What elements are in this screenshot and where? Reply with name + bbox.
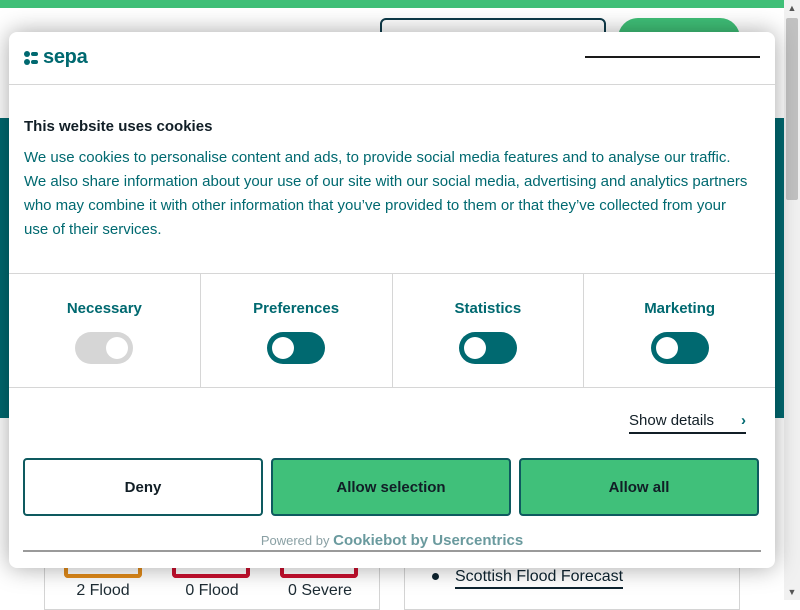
consent-label-marketing: Marketing — [644, 300, 716, 317]
show-details-label: Show details — [629, 412, 715, 429]
deny-button[interactable]: Deny — [23, 458, 263, 516]
sepa-logo-icon — [24, 50, 38, 65]
powered-by-label: Powered by — [260, 533, 330, 548]
list-item: Scottish Flood Forecast — [432, 568, 624, 589]
powered-by: Powered by Cookiebot by Usercentrics — [9, 532, 775, 549]
preferences-toggle[interactable] — [267, 332, 326, 364]
consent-marketing: Marketing — [584, 274, 775, 387]
consent-label-statistics: Statistics — [454, 300, 522, 317]
toggle-knob — [106, 337, 129, 359]
consent-categories: Necessary Preferences Statistics Marketi… — [9, 273, 775, 388]
toggle-knob — [272, 337, 295, 359]
toggle-knob — [655, 337, 678, 359]
cookiebot-brand-link[interactable]: Cookiebot by Usercentrics — [333, 532, 523, 549]
consent-label-preferences: Preferences — [253, 300, 340, 317]
severe-warning-count: 0 Severe — [287, 582, 353, 599]
consent-label-necessary: Necessary — [66, 300, 142, 317]
footer-divider — [23, 550, 761, 552]
necessary-toggle — [75, 332, 134, 364]
allow-all-button[interactable]: Allow all — [519, 458, 759, 516]
cookie-consent-dialog: sepa This website uses cookies We use co… — [9, 32, 775, 568]
header-divider — [585, 56, 760, 58]
flood-warning-count: 0 Flood — [185, 582, 239, 599]
marketing-toggle[interactable] — [650, 332, 709, 364]
sepa-logo: sepa — [23, 46, 88, 69]
scroll-down-icon[interactable]: ▼ — [787, 587, 797, 597]
logo-text: sepa — [43, 46, 88, 68]
consent-necessary: Necessary — [9, 274, 201, 387]
consent-statistics: Statistics — [393, 274, 585, 387]
show-details-link[interactable]: Show details › — [629, 412, 746, 434]
dialog-header: sepa — [9, 32, 775, 85]
page-scrollbar[interactable]: ▲ ▼ — [784, 0, 800, 600]
scottish-flood-forecast-link[interactable]: Scottish Flood Forecast — [455, 568, 624, 589]
flood-alert-count: 2 Flood — [76, 582, 130, 599]
statistics-toggle[interactable] — [458, 332, 517, 364]
toggle-knob — [463, 337, 486, 359]
scrollbar-thumb[interactable] — [786, 18, 798, 200]
consent-preferences: Preferences — [201, 274, 393, 387]
dialog-title: This website uses cookies — [24, 118, 213, 135]
dialog-body-text: We use cookies to personalise content an… — [24, 149, 748, 238]
allow-selection-button[interactable]: Allow selection — [271, 458, 511, 516]
bullet-icon — [432, 573, 439, 581]
top-accent-bar — [0, 0, 784, 8]
chevron-right-icon: › — [741, 412, 746, 429]
scroll-up-icon[interactable]: ▲ — [787, 3, 797, 13]
